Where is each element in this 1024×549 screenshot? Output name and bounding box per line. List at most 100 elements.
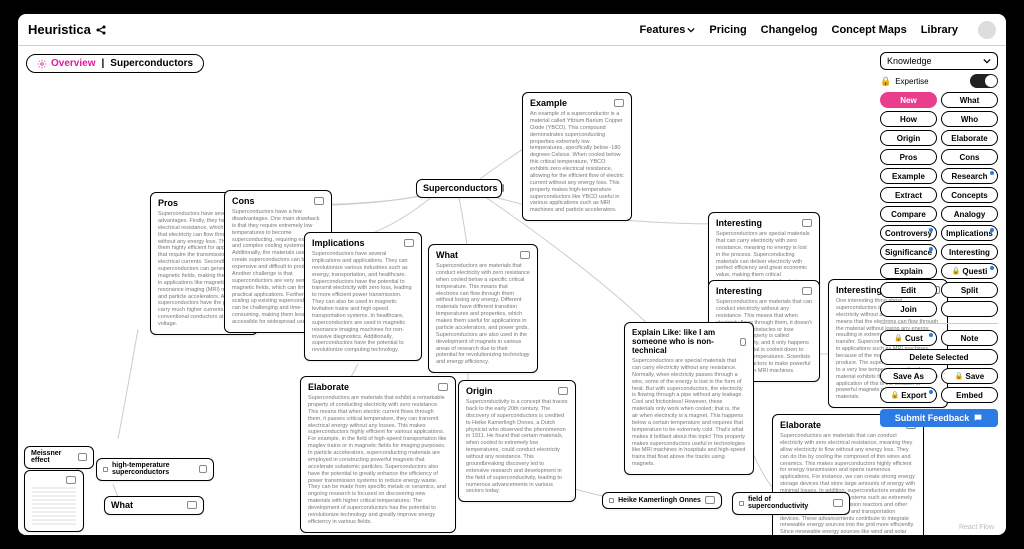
panel-btn-analogy[interactable]: Analogy xyxy=(941,206,998,222)
panel-btn-export[interactable]: 🔒Export xyxy=(880,387,937,403)
panel-btn-concepts[interactable]: Concepts xyxy=(941,187,998,203)
panel-btn-compare[interactable]: Compare xyxy=(880,206,937,222)
brand-text: Heuristica xyxy=(28,22,91,37)
lock-icon: 🔒 xyxy=(894,334,903,342)
node-handle-icon[interactable] xyxy=(558,387,568,395)
node-field[interactable]: field of superconductivity xyxy=(732,492,850,515)
badge-dot xyxy=(990,266,994,270)
attribution: React Flow xyxy=(959,524,994,531)
node-handle-icon[interactable] xyxy=(404,239,414,247)
chevron-down-icon xyxy=(687,26,695,34)
badge-dot xyxy=(990,228,994,232)
node-handle-icon[interactable] xyxy=(314,197,324,205)
node-handle-icon[interactable] xyxy=(438,383,448,391)
lock-icon: 🔒 xyxy=(880,76,891,87)
node-tag-icon xyxy=(739,501,744,506)
submit-feedback-button[interactable]: Submit Feedback xyxy=(880,409,998,427)
node-hts[interactable]: high-temperature superconductors xyxy=(96,458,214,481)
node-who[interactable]: Heike Kamerlingh Onnes xyxy=(602,492,722,509)
panel-btn-example[interactable]: Example xyxy=(880,168,937,184)
nav-features[interactable]: Features xyxy=(640,24,696,36)
knowledge-select[interactable]: Knowledge xyxy=(880,52,998,70)
node-implications[interactable]: Implications Superconductors have severa… xyxy=(304,232,422,361)
node-effect[interactable]: Meissner effect xyxy=(24,446,94,469)
panel-btn-how[interactable]: How xyxy=(880,111,937,127)
lock-icon: 🔒 xyxy=(955,372,964,380)
nav-pricing[interactable]: Pricing xyxy=(709,24,746,36)
panel-btn-pros[interactable]: Pros xyxy=(880,149,937,165)
node-handle-icon[interactable] xyxy=(740,338,746,346)
panel-btn-new[interactable]: New xyxy=(880,92,937,108)
badge-dot xyxy=(929,228,933,232)
badge-dot xyxy=(929,333,933,337)
node-origin[interactable]: Origin Superconductivity is a concept th… xyxy=(458,380,576,502)
node-example[interactable]: Example An example of a superconductor i… xyxy=(522,92,632,221)
panel-btn-[interactable] xyxy=(941,301,998,317)
node-handle-icon[interactable] xyxy=(66,476,76,484)
node-root[interactable]: Superconductors xyxy=(416,179,502,198)
node-handle-icon[interactable] xyxy=(520,251,530,259)
breadcrumb-bar: Overview | Superconductors xyxy=(26,54,204,73)
panel-btn-origin[interactable]: Origin xyxy=(880,130,937,146)
node-handle-icon[interactable] xyxy=(802,287,812,295)
nav-concept-maps[interactable]: Concept Maps xyxy=(832,24,907,36)
panel-btn-save-as[interactable]: Save As xyxy=(880,368,937,384)
nav-library[interactable]: Library xyxy=(921,24,958,36)
panel-btn-cons[interactable]: Cons xyxy=(941,149,998,165)
chat-icon xyxy=(973,413,983,423)
node-what[interactable]: What Superconductors are materials that … xyxy=(428,244,538,373)
node-handle-icon[interactable] xyxy=(614,99,624,107)
expertise-toggle[interactable] xyxy=(970,74,998,88)
expertise-toggle-row: 🔒 Expertise xyxy=(880,74,998,88)
node-explain-like[interactable]: Explain Like: like I am someone who is n… xyxy=(624,322,754,475)
gear-icon xyxy=(37,59,47,69)
panel-btn-interesting[interactable]: Interesting xyxy=(941,244,998,260)
node-handle-icon[interactable] xyxy=(187,501,197,509)
panel-btn-who[interactable]: Who xyxy=(941,111,998,127)
panel-btn-explain[interactable]: Explain xyxy=(880,263,937,279)
panel-btn-questi[interactable]: 🔒Questi xyxy=(941,263,998,279)
panel-btn-extract[interactable]: Extract xyxy=(880,187,937,203)
panel-btn-save[interactable]: 🔒Save xyxy=(941,368,998,384)
node-handle-icon[interactable] xyxy=(705,496,715,504)
panel-button-grid: NewWhatHowWhoOriginElaborateProsConsExam… xyxy=(880,92,998,317)
node-handle-icon[interactable] xyxy=(199,465,207,473)
panel-btn-significance[interactable]: Significance xyxy=(880,244,937,260)
canvas[interactable]: Superconductors Example An example of a … xyxy=(18,74,1006,535)
avatar[interactable] xyxy=(978,21,996,39)
node-partial-left[interactable] xyxy=(24,470,84,532)
panel-btn-controversy[interactable]: Controversy xyxy=(880,225,937,241)
nav-changelog[interactable]: Changelog xyxy=(761,24,818,36)
panel-button-grid-2: 🔒CustNote Delete Selected Save As🔒Save🔒Exp… xyxy=(880,330,998,403)
panel-btn-research[interactable]: Research xyxy=(941,168,998,184)
panel-btn-join[interactable]: Join xyxy=(880,301,937,317)
panel-btn-what[interactable]: What xyxy=(941,92,998,108)
panel-btn-edit[interactable]: Edit xyxy=(880,282,937,298)
share-icon xyxy=(95,24,107,36)
topbar: Heuristica Features Pricing Changelog Co… xyxy=(18,14,1006,46)
panel-btn-delete-selected[interactable]: Delete Selected xyxy=(880,349,998,365)
node-handle-icon[interactable] xyxy=(833,499,843,507)
node-elaborate-1[interactable]: Elaborate Superconductors are materials … xyxy=(300,376,456,533)
node-tag-icon xyxy=(103,467,108,472)
node-handle-icon[interactable] xyxy=(78,453,87,461)
node-elaborate-2[interactable]: Elaborate Superconductors are materials … xyxy=(772,414,924,535)
topic-crumb[interactable]: Superconductors xyxy=(110,58,193,69)
panel-btn-embed[interactable]: Embed xyxy=(941,387,998,403)
panel-btn-elaborate[interactable]: Elaborate xyxy=(941,130,998,146)
overview-tab[interactable]: Overview xyxy=(37,58,95,69)
panel-btn-split[interactable]: Split xyxy=(941,282,998,298)
panel-btn-note[interactable]: Note xyxy=(941,330,998,346)
app-window: Heuristica Features Pricing Changelog Co… xyxy=(18,14,1006,535)
lock-icon: 🔒 xyxy=(890,391,899,399)
node-handle-icon[interactable] xyxy=(802,219,812,227)
brand[interactable]: Heuristica xyxy=(28,22,107,37)
badge-dot xyxy=(929,390,933,394)
node-handle-icon[interactable] xyxy=(502,184,504,192)
panel-divider xyxy=(880,323,998,324)
badge-dot xyxy=(929,247,933,251)
node-what-2[interactable]: What xyxy=(104,496,204,515)
panel-btn-implications[interactable]: Implications xyxy=(941,225,998,241)
node-tag-icon xyxy=(609,498,614,503)
panel-btn-cust[interactable]: 🔒Cust xyxy=(880,330,937,346)
